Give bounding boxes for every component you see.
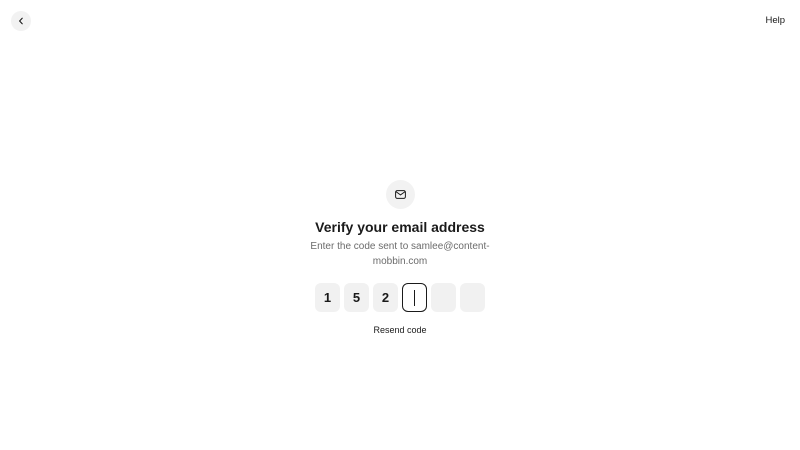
code-digit-5[interactable]	[431, 283, 456, 312]
code-digit-value: 5	[352, 290, 361, 305]
code-digit-1[interactable]: 1	[315, 283, 340, 312]
code-digit-4[interactable]	[402, 283, 427, 312]
mail-icon	[394, 186, 406, 204]
code-digit-value: 2	[381, 290, 390, 305]
code-input-group: 1 5 2	[315, 283, 485, 312]
resend-code-link[interactable]: Resend code	[373, 325, 426, 335]
verify-email-screen: Help Verify your email address Enter the…	[0, 0, 800, 450]
back-button[interactable]	[11, 11, 31, 31]
chevron-left-icon	[17, 17, 25, 25]
mail-badge	[385, 180, 415, 209]
page-title: Verify your email address	[315, 219, 485, 235]
help-link[interactable]: Help	[765, 15, 785, 26]
code-digit-3[interactable]: 2	[373, 283, 398, 312]
code-digit-6[interactable]	[460, 283, 485, 312]
code-digit-2[interactable]: 5	[344, 283, 369, 312]
code-digit-value: 1	[323, 290, 332, 305]
verify-panel: Verify your email address Enter the code…	[0, 180, 800, 335]
instruction-text: Enter the code sent to samlee@content-mo…	[310, 241, 490, 267]
text-caret	[414, 289, 415, 306]
